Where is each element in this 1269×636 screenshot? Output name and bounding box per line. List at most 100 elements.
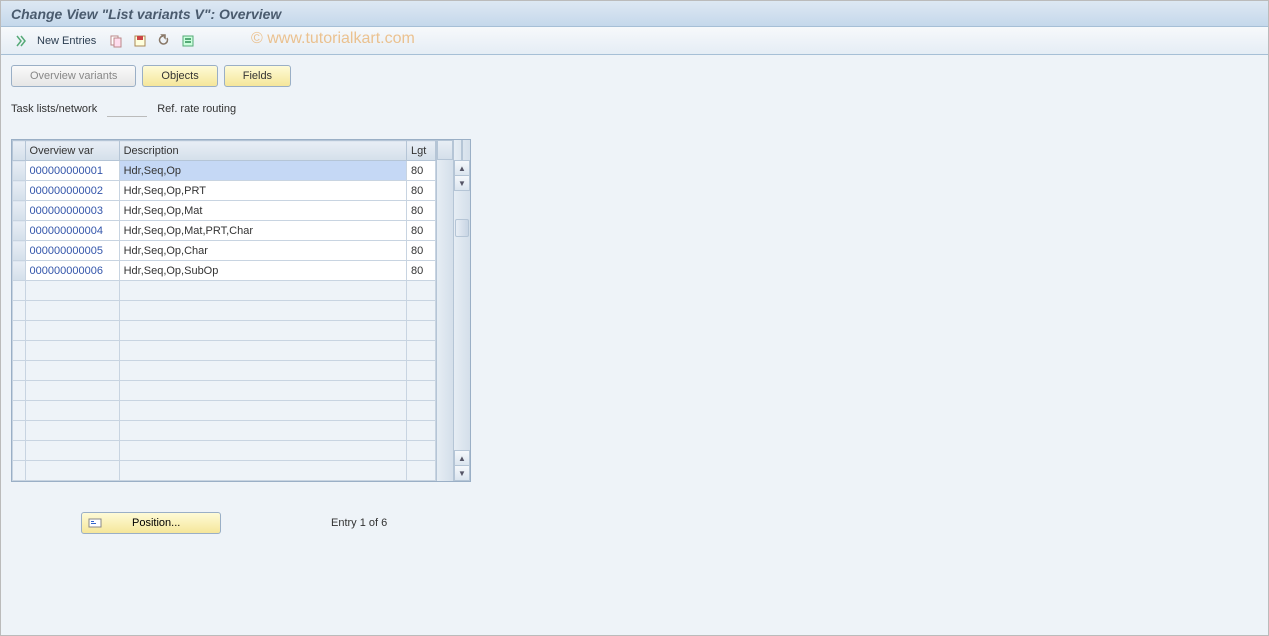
col-header-lgt[interactable]: Lgt: [406, 141, 435, 161]
cell-lgt[interactable]: 80: [406, 261, 435, 281]
table-row[interactable]: [13, 281, 436, 301]
row-selector-header[interactable]: [13, 141, 26, 161]
cell-var[interactable]: 000000000003: [25, 201, 119, 221]
cell-desc[interactable]: Hdr,Seq,Op,Char: [119, 241, 406, 261]
cell-var[interactable]: 000000000001: [25, 161, 119, 181]
cell-lgt[interactable]: 80: [406, 241, 435, 261]
table-row[interactable]: 000000000005Hdr,Seq,Op,Char80: [13, 241, 436, 261]
cell-empty[interactable]: [119, 321, 406, 341]
row-selector[interactable]: [13, 461, 26, 481]
row-selector[interactable]: [13, 441, 26, 461]
table-row[interactable]: [13, 401, 436, 421]
row-selector[interactable]: [13, 321, 26, 341]
row-selector[interactable]: [13, 301, 26, 321]
cell-lgt[interactable]: 80: [406, 161, 435, 181]
cell-empty[interactable]: [25, 281, 119, 301]
cell-desc[interactable]: Hdr,Seq,Op,Mat,PRT,Char: [119, 221, 406, 241]
cell-empty[interactable]: [406, 441, 435, 461]
scroll-up-icon[interactable]: ▲: [454, 160, 470, 176]
cell-empty[interactable]: [25, 301, 119, 321]
cell-var[interactable]: 000000000002: [25, 181, 119, 201]
cell-empty[interactable]: [25, 421, 119, 441]
cell-empty[interactable]: [406, 461, 435, 481]
overview-table[interactable]: Overview var Description Lgt 00000000000…: [12, 140, 436, 481]
cell-lgt[interactable]: 80: [406, 201, 435, 221]
row-selector[interactable]: [13, 341, 26, 361]
tab-fields[interactable]: Fields: [224, 65, 291, 87]
table-row[interactable]: [13, 301, 436, 321]
scroll-down2-icon[interactable]: ▼: [454, 465, 470, 481]
nav-strip-header[interactable]: [437, 140, 453, 160]
cell-empty[interactable]: [25, 461, 119, 481]
scroll-down-icon[interactable]: ▼: [454, 175, 470, 191]
cell-empty[interactable]: [406, 361, 435, 381]
task-lists-input[interactable]: [107, 101, 147, 117]
row-selector[interactable]: [13, 261, 26, 281]
table-row[interactable]: 000000000002Hdr,Seq,Op,PRT80: [13, 181, 436, 201]
cell-desc[interactable]: Hdr,Seq,Op,Mat: [119, 201, 406, 221]
table-row[interactable]: [13, 361, 436, 381]
col-header-desc[interactable]: Description: [119, 141, 406, 161]
cell-empty[interactable]: [119, 381, 406, 401]
cell-empty[interactable]: [119, 341, 406, 361]
row-selector[interactable]: [13, 241, 26, 261]
scroll-track[interactable]: [454, 191, 470, 450]
cell-empty[interactable]: [25, 381, 119, 401]
cell-empty[interactable]: [25, 321, 119, 341]
cell-empty[interactable]: [25, 341, 119, 361]
cell-var[interactable]: 000000000006: [25, 261, 119, 281]
cell-empty[interactable]: [406, 401, 435, 421]
cell-empty[interactable]: [25, 401, 119, 421]
cell-empty[interactable]: [119, 401, 406, 421]
cell-desc[interactable]: Hdr,Seq,Op: [119, 161, 406, 181]
scroll-thumb[interactable]: [455, 219, 469, 237]
cell-empty[interactable]: [406, 301, 435, 321]
scroll-up2-icon[interactable]: ▲: [454, 450, 470, 466]
select-all-icon[interactable]: [178, 31, 198, 51]
cell-desc[interactable]: Hdr,Seq,Op,PRT: [119, 181, 406, 201]
row-selector[interactable]: [13, 201, 26, 221]
cell-empty[interactable]: [119, 421, 406, 441]
table-row[interactable]: [13, 461, 436, 481]
save-icon[interactable]: [130, 31, 150, 51]
cell-empty[interactable]: [119, 361, 406, 381]
position-button[interactable]: Position...: [81, 512, 221, 534]
row-selector[interactable]: [13, 221, 26, 241]
cell-empty[interactable]: [119, 441, 406, 461]
row-selector[interactable]: [13, 401, 26, 421]
cell-empty[interactable]: [406, 381, 435, 401]
cell-empty[interactable]: [25, 441, 119, 461]
cell-empty[interactable]: [406, 421, 435, 441]
cell-lgt[interactable]: 80: [406, 221, 435, 241]
row-selector[interactable]: [13, 281, 26, 301]
table-row[interactable]: [13, 421, 436, 441]
table-row[interactable]: 000000000006Hdr,Seq,Op,SubOp80: [13, 261, 436, 281]
cell-empty[interactable]: [119, 281, 406, 301]
cell-empty[interactable]: [119, 461, 406, 481]
cell-empty[interactable]: [119, 301, 406, 321]
cell-empty[interactable]: [406, 281, 435, 301]
copy-icon[interactable]: [106, 31, 126, 51]
table-row[interactable]: [13, 341, 436, 361]
col-header-var[interactable]: Overview var: [25, 141, 119, 161]
tab-overview-variants[interactable]: Overview variants: [11, 65, 136, 87]
row-selector[interactable]: [13, 181, 26, 201]
cell-empty[interactable]: [25, 361, 119, 381]
table-row[interactable]: [13, 381, 436, 401]
cell-var[interactable]: 000000000005: [25, 241, 119, 261]
table-row[interactable]: [13, 441, 436, 461]
table-row[interactable]: 000000000001Hdr,Seq,Op80: [13, 161, 436, 181]
expand-icon[interactable]: [11, 31, 31, 51]
vertical-scrollbar[interactable]: ▲ ▼ ▲ ▼: [453, 140, 470, 481]
cell-var[interactable]: 000000000004: [25, 221, 119, 241]
new-entries-button[interactable]: New Entries: [37, 35, 96, 47]
table-row[interactable]: [13, 321, 436, 341]
row-selector[interactable]: [13, 381, 26, 401]
undo-icon[interactable]: [154, 31, 174, 51]
tab-objects[interactable]: Objects: [142, 65, 217, 87]
cell-lgt[interactable]: 80: [406, 181, 435, 201]
table-row[interactable]: 000000000004Hdr,Seq,Op,Mat,PRT,Char80: [13, 221, 436, 241]
row-selector[interactable]: [13, 161, 26, 181]
row-selector[interactable]: [13, 361, 26, 381]
cell-empty[interactable]: [406, 341, 435, 361]
